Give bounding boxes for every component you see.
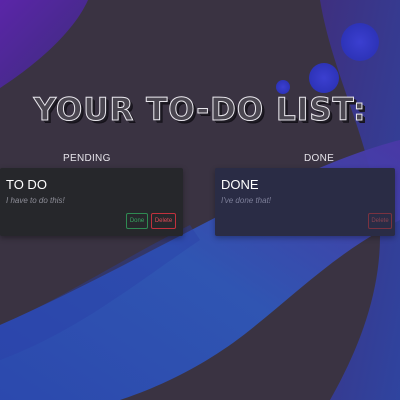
page-title: YOUR TO-DO LIST: [33,92,367,129]
todo-title: TO DO [6,177,47,192]
pending-todo-card: TO DO I have to do this! Done Delete [0,168,183,236]
done-todo-card: DONE I've done that! Delete [215,168,395,236]
todo-title: DONE [221,177,259,192]
delete-button[interactable]: Delete [368,213,392,229]
mark-done-button[interactable]: Done [126,213,148,229]
done-column-heading: DONE [304,153,335,164]
pending-column-heading: PENDING [63,153,111,164]
delete-button[interactable]: Delete [151,213,176,229]
todo-description: I've done that! [221,196,272,205]
todo-description: I have to do this! [6,196,65,205]
